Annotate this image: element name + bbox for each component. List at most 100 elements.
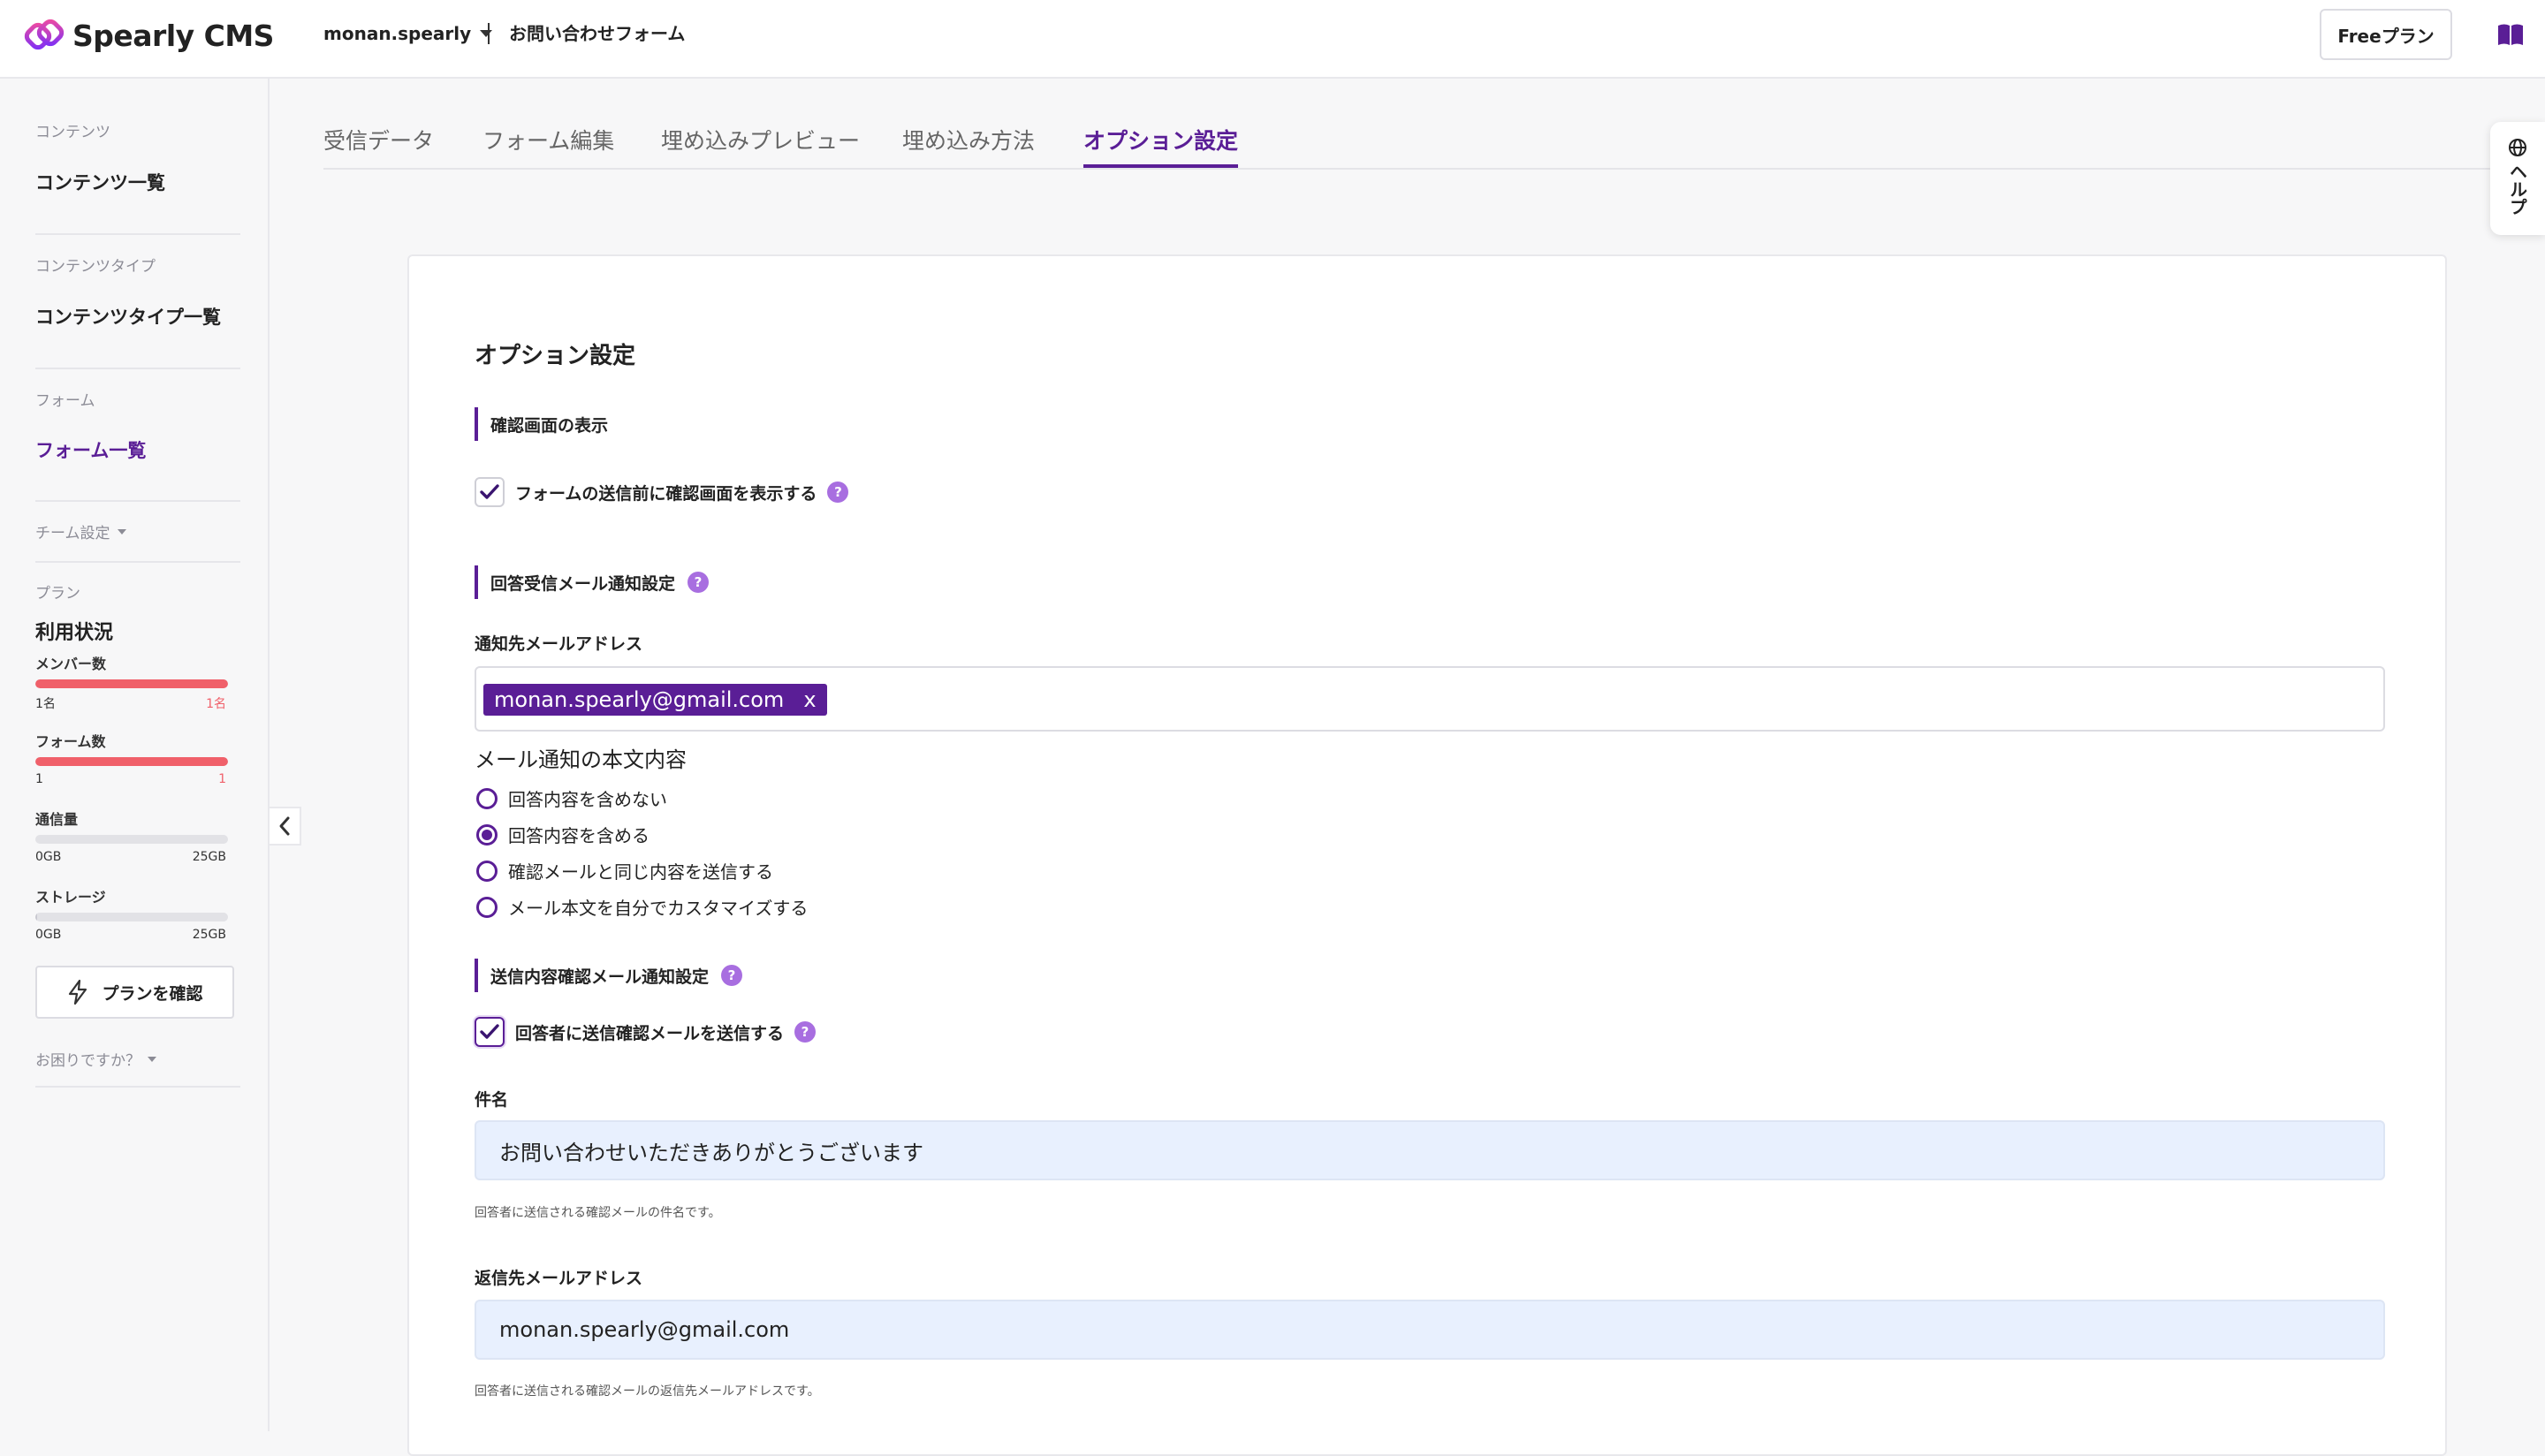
book-icon[interactable]	[2497, 23, 2524, 46]
help-question-icon[interactable]: ?	[827, 482, 849, 503]
usage-max-members: 1名	[206, 697, 226, 711]
check-plan-label: プランを確認	[102, 983, 203, 1004]
section-heading: 送信内容確認メール通知設定	[490, 967, 710, 987]
reply-address-label: 返信先メールアドレス	[475, 1269, 643, 1288]
subject-label: 件名	[475, 1090, 509, 1110]
usage-label-members: メンバー数	[35, 656, 107, 672]
radio-option[interactable]: メール本文を自分でカスタマイズする	[476, 894, 808, 920]
reply-address-hint: 回答者に送信される確認メールの返信先メールアドレスです。	[475, 1384, 820, 1399]
radio-button[interactable]	[476, 787, 498, 809]
sidebar-divider	[35, 1086, 240, 1088]
app-logo[interactable]: Spearly CMS	[23, 14, 274, 57]
sidebar-divider	[35, 368, 240, 369]
usage-max-traffic: 25GB	[192, 850, 226, 864]
usage-min-forms: 1	[35, 772, 43, 786]
subject-hint: 回答者に送信される確認メールの件名です。	[475, 1206, 721, 1220]
sidebar-item-content-type-list[interactable]: コンテンツタイプ一覧	[35, 303, 221, 330]
team-settings-dropdown[interactable]: チーム設定	[35, 520, 126, 542]
tag-remove-button[interactable]: x	[803, 687, 816, 712]
tab-received-data[interactable]: 受信データ	[323, 124, 434, 168]
sidebar-divider	[35, 561, 240, 563]
radio-label: メール本文を自分でカスタマイズする	[508, 898, 809, 919]
checkmark-icon	[480, 1024, 499, 1039]
usage-bar-forms	[35, 757, 228, 766]
check-plan-button[interactable]: プランを確認	[35, 966, 234, 1019]
sidebar-category-plan: プラン	[35, 585, 80, 603]
tab-option-settings[interactable]: オプション設定	[1083, 124, 1239, 168]
help-side-tab[interactable]: ヘルプ	[2490, 122, 2545, 235]
globe-icon	[2509, 139, 2526, 156]
usage-label-forms: フォーム数	[35, 733, 106, 750]
tab-bar: 受信データ フォーム編集 埋め込みプレビュー 埋め込み方法 オプション設定	[323, 115, 2545, 170]
sidebar: コンテンツ コンテンツ一覧 コンテンツタイプ コンテンツタイプ一覧 フォーム フ…	[0, 79, 270, 1431]
radio-option[interactable]: 確認メールと同じ内容を送信する	[476, 858, 773, 883]
usage-title: 利用状況	[35, 622, 114, 644]
tab-embed-method[interactable]: 埋め込み方法	[902, 124, 1035, 168]
usage-min-members: 1名	[35, 697, 56, 711]
send-confirm-mail-checkbox[interactable]	[475, 1017, 505, 1047]
help-dropdown[interactable]: お困りですか？	[35, 1048, 156, 1070]
breadcrumb-form-name: お問い合わせフォーム	[509, 23, 686, 44]
usage-bar-fill	[35, 913, 38, 921]
radio-label: 回答内容を含める	[508, 825, 650, 846]
send-confirm-mail-option: 回答者に送信確認メールを送信する ?	[475, 1017, 817, 1047]
help-question-icon[interactable]: ?	[721, 965, 743, 986]
usage-label-traffic: 通信量	[35, 811, 79, 828]
confirm-screen-option: フォームの送信前に確認画面を表示する ?	[475, 477, 849, 507]
mail-body-label: メール通知の本文内容	[475, 747, 687, 772]
tab-embed-preview[interactable]: 埋め込みプレビュー	[661, 124, 860, 168]
usage-min-storage: 0GB	[35, 928, 62, 942]
section-notify-mail: 回答受信メール通知設定 ?	[475, 565, 710, 599]
help-tab-label: ヘルプ	[2506, 163, 2528, 216]
notify-address-label: 通知先メールアドレス	[475, 634, 643, 654]
subject-input[interactable]: お問い合わせいただきありがとうございます	[475, 1120, 2385, 1180]
sidebar-category-content-type: コンテンツタイプ	[35, 258, 156, 276]
help-question-icon[interactable]: ?	[688, 572, 710, 593]
checkmark-icon	[480, 484, 499, 499]
free-plan-button[interactable]: Freeプラン	[2320, 9, 2452, 60]
email-tag-text: monan.spearly@gmail.com	[494, 687, 785, 712]
team-name: monan.spearly	[323, 23, 472, 44]
usage-max-forms: 1	[218, 772, 226, 786]
usage-bar-fill	[35, 757, 228, 766]
app-name: Spearly CMS	[72, 18, 274, 53]
section-confirm-screen: 確認画面の表示	[475, 407, 608, 441]
tab-form-edit[interactable]: フォーム編集	[482, 124, 614, 168]
top-header: Spearly CMS monan.spearly お問い合わせフォーム Fre…	[0, 0, 2545, 79]
chevron-down-icon	[480, 30, 493, 37]
sidebar-item-form-list[interactable]: フォーム一覧	[35, 436, 146, 463]
sidebar-item-content-list[interactable]: コンテンツ一覧	[35, 169, 165, 195]
reply-address-input[interactable]: monan.spearly@gmail.com	[475, 1300, 2385, 1360]
chevron-down-icon	[148, 1056, 156, 1062]
usage-max-storage: 25GB	[192, 928, 226, 942]
usage-bar-storage	[35, 913, 228, 921]
section-confirm-mail: 送信内容確認メール通知設定 ?	[475, 959, 743, 992]
radio-option[interactable]: 回答内容を含めない	[476, 785, 667, 811]
notify-address-tag-input[interactable]: monan.spearly@gmail.com x	[475, 666, 2385, 732]
collapse-sidebar-button[interactable]	[270, 807, 301, 846]
radio-button[interactable]	[476, 860, 498, 882]
usage-label-storage: ストレージ	[35, 889, 106, 906]
help-dropdown-label: お困りですか？	[35, 1052, 141, 1070]
checkbox-label: 回答者に送信確認メールを送信する	[515, 1023, 785, 1043]
sidebar-divider	[35, 500, 240, 502]
chevron-down-icon	[117, 528, 126, 535]
team-settings-label: チーム設定	[35, 525, 110, 542]
email-tag: monan.spearly@gmail.com x	[483, 684, 827, 716]
header-divider	[488, 23, 490, 44]
chevron-left-icon	[279, 816, 290, 836]
team-switcher[interactable]: monan.spearly	[323, 21, 493, 46]
radio-button[interactable]	[476, 896, 498, 918]
confirm-screen-checkbox[interactable]	[475, 477, 505, 507]
help-question-icon[interactable]: ?	[794, 1021, 817, 1043]
radio-button-selected[interactable]	[476, 823, 498, 846]
sidebar-category-content: コンテンツ	[35, 124, 110, 141]
sidebar-divider	[35, 233, 240, 235]
radio-dot	[482, 829, 492, 840]
usage-bar-traffic	[35, 835, 228, 844]
usage-bar-members	[35, 679, 228, 688]
radio-option[interactable]: 回答内容を含める	[476, 822, 650, 847]
radio-label: 確認メールと同じ内容を送信する	[508, 861, 773, 883]
usage-min-traffic: 0GB	[35, 850, 62, 864]
options-card: オプション設定 確認画面の表示 フォームの送信前に確認画面を表示する ? 回答受…	[407, 254, 2447, 1456]
